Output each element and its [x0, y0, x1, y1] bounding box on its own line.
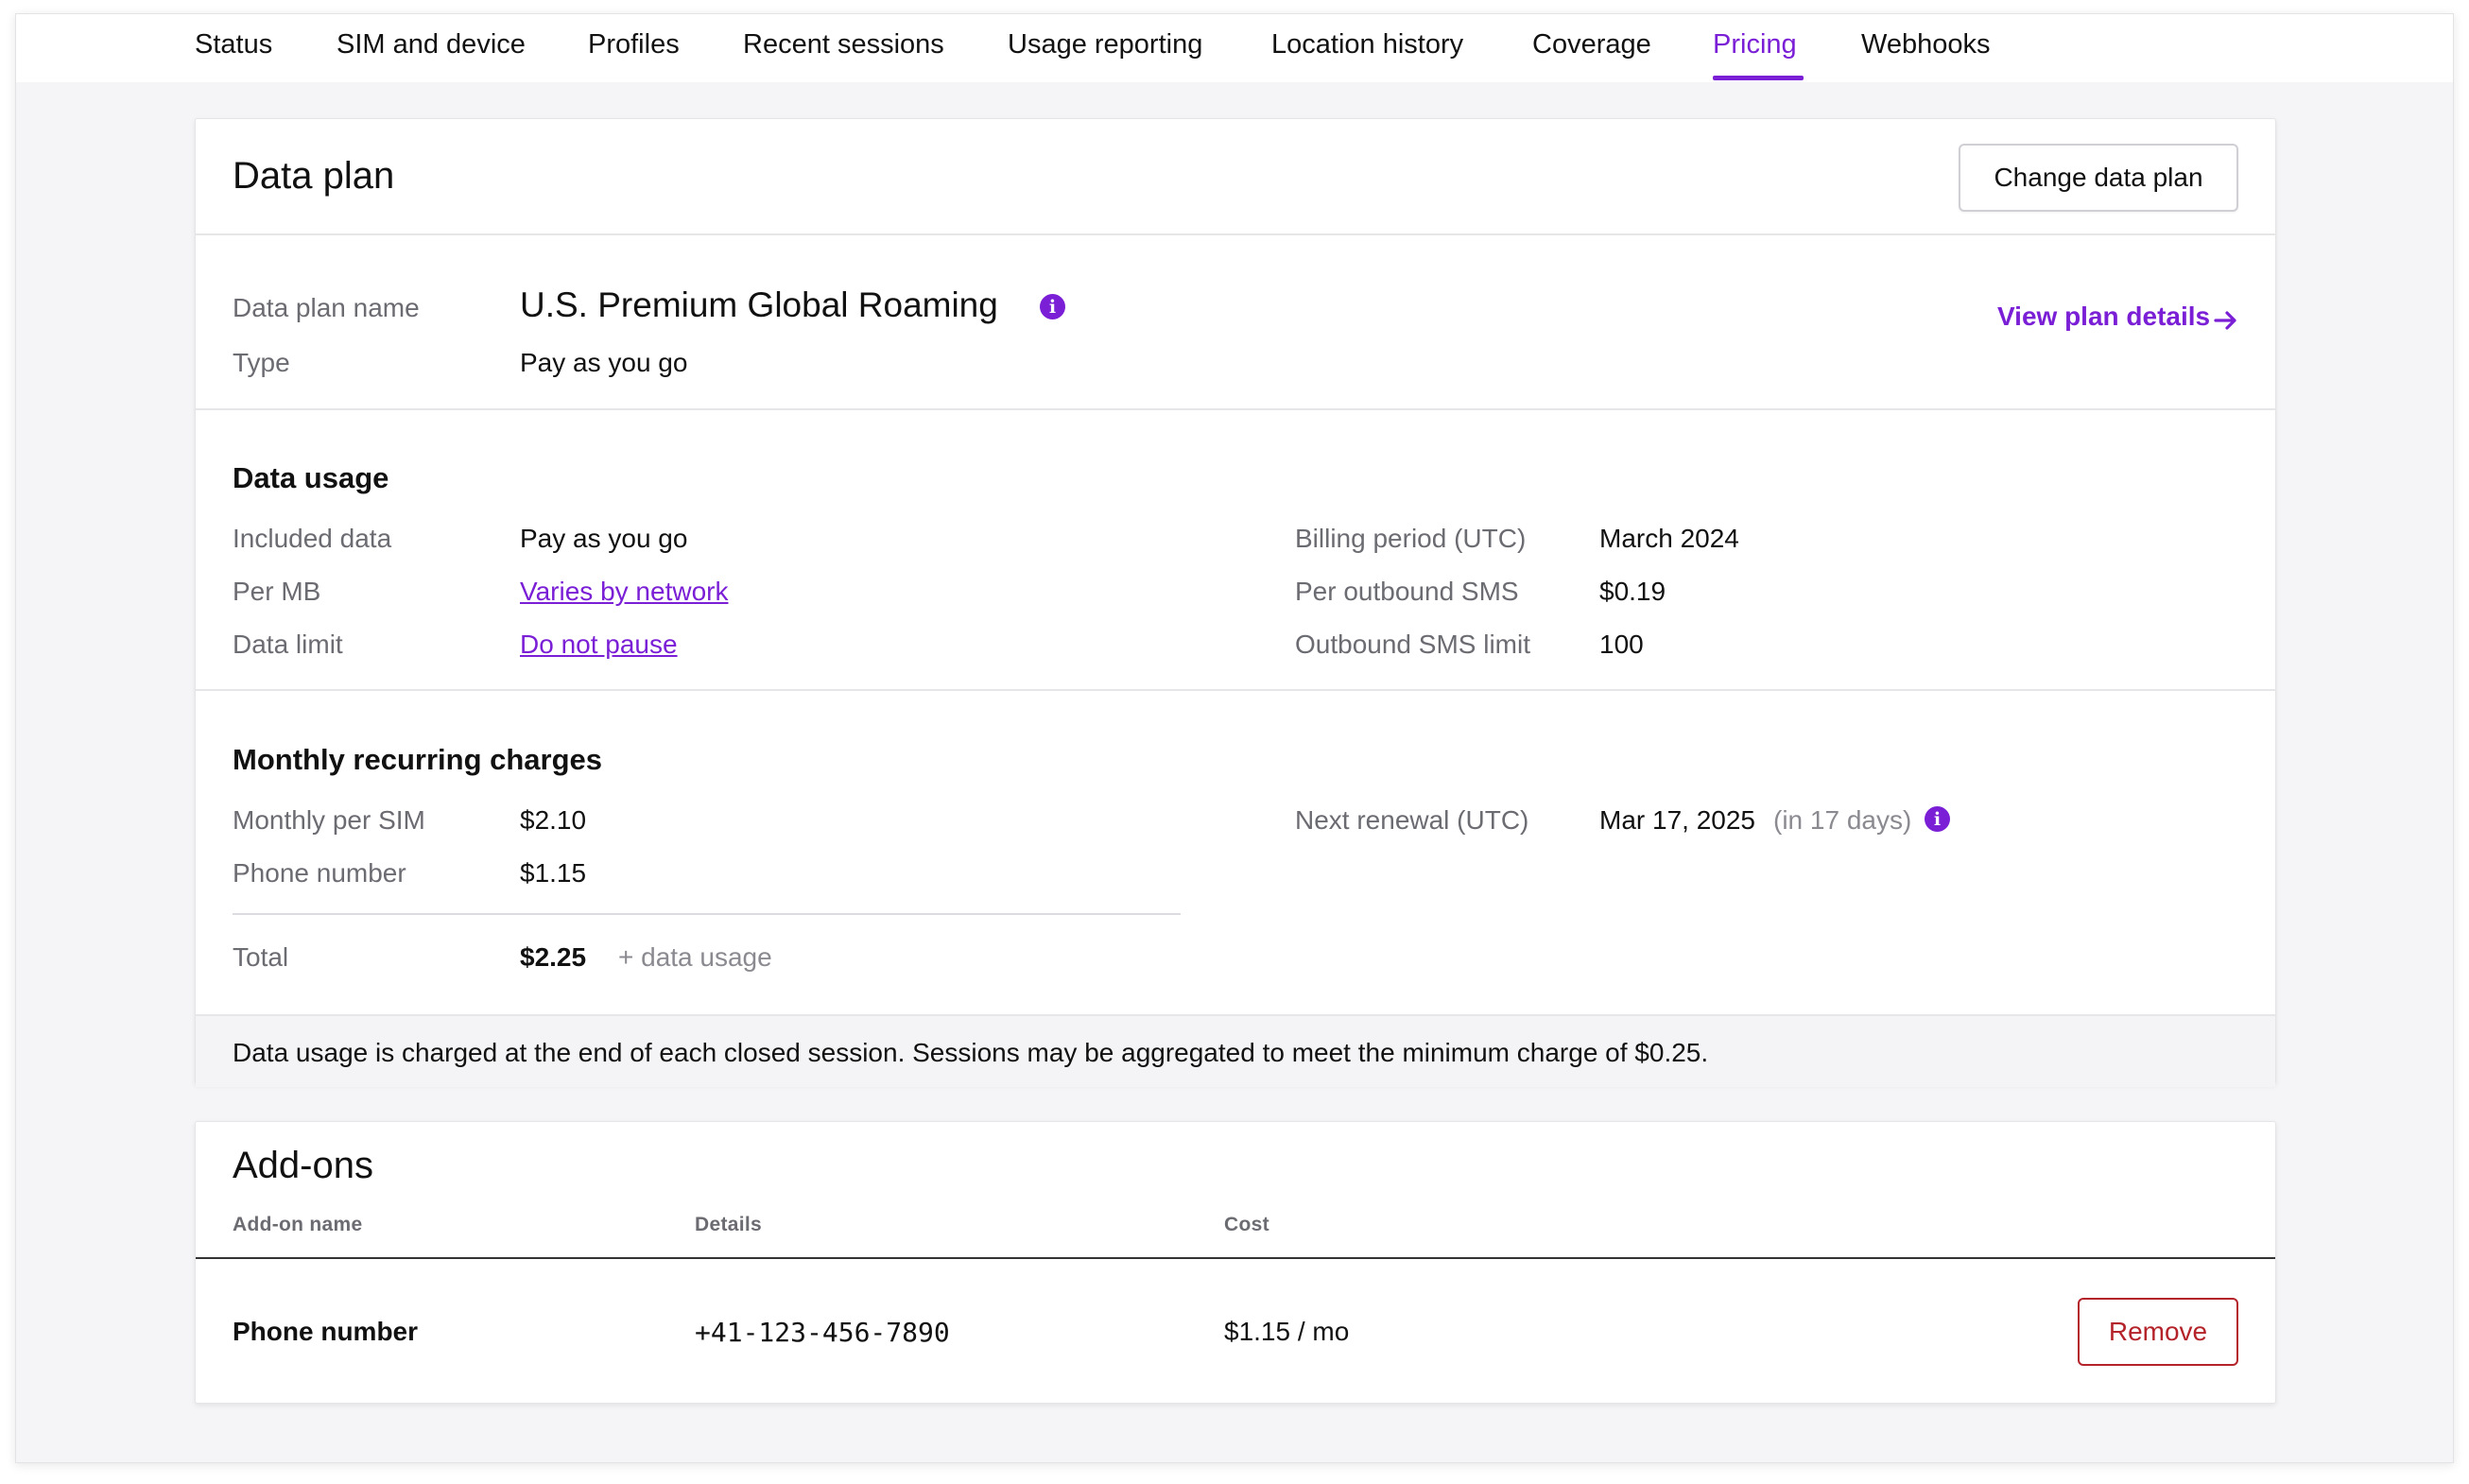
- active-tab-indicator: [1713, 76, 1804, 80]
- app-window: Status SIM and device Profiles Recent se…: [15, 13, 2454, 1463]
- table-header-divider: [196, 1257, 2275, 1259]
- tab-sim-and-device[interactable]: SIM and device: [337, 29, 526, 60]
- column-header-name: Add-on name: [233, 1214, 363, 1235]
- tab-location-history[interactable]: Location history: [1271, 29, 1463, 60]
- tab-usage-reporting[interactable]: Usage reporting: [1008, 29, 1202, 60]
- divider: [196, 689, 2275, 691]
- monthly-per-sim-value: $2.10: [520, 805, 587, 835]
- type-label: Type: [233, 348, 290, 377]
- per-outbound-sms-label: Per outbound SMS: [1295, 577, 1519, 606]
- data-plan-card: Data plan Change data plan Data plan nam…: [195, 118, 2276, 1087]
- change-data-plan-button[interactable]: Change data plan: [1959, 144, 2238, 212]
- tab-profiles[interactable]: Profiles: [588, 29, 680, 60]
- varies-by-network-link[interactable]: Varies by network: [520, 577, 728, 607]
- add-on-cost: $1.15 / mo: [1224, 1317, 1350, 1346]
- add-on-name: Phone number: [233, 1317, 419, 1346]
- included-data-value: Pay as you go: [520, 524, 688, 553]
- phone-number-value: $1.15: [520, 858, 587, 888]
- per-outbound-sms-value: $0.19: [1599, 577, 1666, 606]
- total-value: $2.25: [520, 942, 587, 972]
- view-plan-details-link[interactable]: View plan details: [1997, 302, 2210, 332]
- outbound-sms-limit-value: 100: [1599, 630, 1644, 659]
- outbound-sms-limit-label: Outbound SMS limit: [1295, 630, 1530, 659]
- next-renewal-label: Next renewal (UTC): [1295, 805, 1529, 835]
- add-ons-title: Add-ons: [233, 1145, 373, 1186]
- total-label: Total: [233, 942, 289, 972]
- divider: [196, 233, 2275, 235]
- phone-number-label: Phone number: [233, 858, 406, 888]
- info-icon[interactable]: i: [1040, 294, 1065, 319]
- data-plan-title: Data plan: [233, 155, 395, 197]
- billing-period-label: Billing period (UTC): [1295, 524, 1527, 553]
- add-ons-card: Add-ons Add-on name Details Cost Phone n…: [195, 1121, 2276, 1404]
- billing-period-value: March 2024: [1599, 524, 1739, 553]
- do-not-pause-link[interactable]: Do not pause: [520, 630, 678, 660]
- column-header-cost: Cost: [1224, 1214, 1269, 1235]
- tab-webhooks[interactable]: Webhooks: [1861, 29, 1991, 60]
- remove-button[interactable]: Remove: [2078, 1298, 2238, 1366]
- tab-pricing[interactable]: Pricing: [1713, 29, 1797, 60]
- included-data-label: Included data: [233, 524, 392, 553]
- data-plan-name: U.S. Premium Global Roaming: [520, 285, 998, 324]
- notice-text: Data usage is charged at the end of each…: [233, 1038, 1709, 1067]
- monthly-per-sim-label: Monthly per SIM: [233, 805, 425, 835]
- data-usage-heading: Data usage: [233, 461, 389, 494]
- total-divider: [233, 913, 1181, 915]
- column-header-details: Details: [695, 1214, 762, 1235]
- next-renewal-value: Mar 17, 2025: [1599, 805, 1755, 835]
- tab-status[interactable]: Status: [195, 29, 272, 60]
- renewal-days-note: (in 17 days): [1773, 805, 1912, 835]
- type-value: Pay as you go: [520, 348, 688, 377]
- tab-coverage[interactable]: Coverage: [1532, 29, 1651, 60]
- divider: [196, 408, 2275, 410]
- info-icon[interactable]: i: [1925, 806, 1950, 832]
- data-limit-label: Data limit: [233, 630, 343, 659]
- data-plan-name-label: Data plan name: [233, 293, 420, 322]
- per-mb-label: Per MB: [233, 577, 321, 606]
- add-on-details: +41-123-456-7890: [695, 1317, 950, 1348]
- tab-recent-sessions[interactable]: Recent sessions: [743, 29, 944, 60]
- tab-bar: Status SIM and device Profiles Recent se…: [16, 14, 2453, 82]
- monthly-charges-heading: Monthly recurring charges: [233, 743, 603, 776]
- arrow-right-icon[interactable]: [2212, 306, 2240, 335]
- notice-bar: Data usage is charged at the end of each…: [196, 1014, 2275, 1087]
- total-suffix: + data usage: [618, 942, 772, 972]
